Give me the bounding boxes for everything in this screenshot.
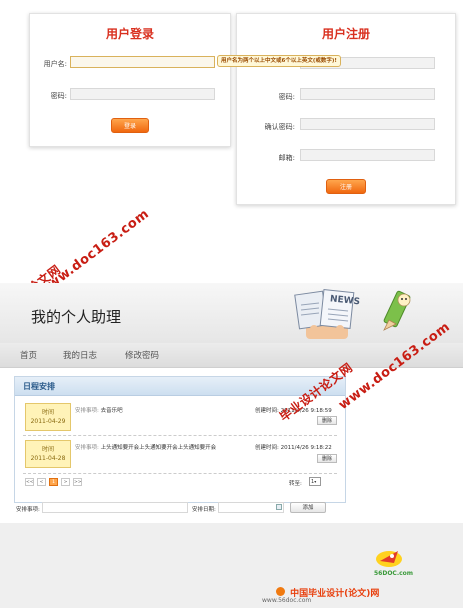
login-button[interactable]: 登录 [111, 118, 149, 133]
schedule-created: 创建时间: 2011/4/26 9:18:22 [255, 443, 332, 451]
schedule-item: 安排事项: 去音乐吧 [75, 406, 123, 414]
nav-item-home[interactable]: 首页 [20, 349, 37, 361]
login-title: 用户登录 [105, 27, 154, 41]
confirm-password-label: 确认密码: [264, 123, 295, 131]
app-title: 我的个人助理 [31, 308, 122, 326]
add-item-input[interactable] [42, 502, 188, 513]
schedule-date-badge: 时间 2011-04-29 [25, 403, 71, 431]
add-date-label: 安排日期: [192, 507, 216, 513]
schedule-date: 2011-04-29 [30, 418, 66, 425]
footer-brand-name: 毕业设计(论文)网 [308, 589, 380, 599]
time-label: 时间 [41, 409, 54, 416]
pager-prev-button[interactable]: < [37, 478, 46, 486]
row-divider [23, 435, 337, 436]
footer-logo-text: 56DOC.com [374, 570, 414, 577]
username-label: 用户名: [43, 60, 67, 68]
pager-first-button[interactable]: << [25, 478, 34, 486]
time-label: 时间 [41, 446, 54, 453]
pager-last-button[interactable]: >> [73, 478, 82, 486]
newspaper-illustration: NEWS [294, 288, 360, 339]
schedule-header: 日程安排 [15, 377, 345, 396]
footer-branding: 56DOC.com 中国毕业设计(论文)网 www.56doc.com [262, 545, 458, 605]
app-header: 我的个人助理 NEWS [0, 283, 463, 343]
created-label: 创建时间: [255, 445, 279, 451]
goto-label: 转至: [289, 481, 302, 487]
calendar-icon[interactable] [276, 504, 282, 510]
item-text: 去音乐吧 [100, 408, 123, 414]
pencil-mascot-illustration [383, 290, 411, 331]
schedule-item: 安排事项: 上头通知要开会上头通知要开会上头通知要开会 [75, 443, 216, 451]
username-validation-tooltip: 用户名为两个以上中文或6个以上英文(或数字)! [217, 55, 341, 67]
footer-url: www.56doc.com [262, 597, 312, 604]
username-field[interactable] [70, 56, 215, 68]
delete-button[interactable]: 删除 [317, 416, 337, 425]
email-label: 邮箱: [278, 154, 295, 162]
delete-button[interactable]: 删除 [317, 454, 337, 463]
created-time: 2011/4/26 9:18:22 [280, 445, 332, 451]
chevron-down-icon: ▾ [314, 479, 317, 484]
rocket-icon [376, 551, 402, 567]
row-divider [23, 473, 337, 474]
pager-current-page[interactable]: 1 [49, 478, 58, 486]
item-text: 上头通知要开会上头通知要开会上头通知要开会 [100, 445, 217, 451]
goto-page-select[interactable]: 1▾ [309, 477, 321, 486]
footer-globe-icon [276, 587, 285, 596]
register-password-label: 密码: [278, 93, 295, 101]
pager: << < 1 > >> [25, 478, 95, 487]
add-button[interactable]: 添加 [290, 502, 326, 513]
register-password-field[interactable] [300, 88, 435, 100]
confirm-password-field[interactable] [300, 118, 435, 130]
nav-item-change-password[interactable]: 修改密码 [125, 349, 159, 361]
app-content: 日程安排 时间 2011-04-29 安排事项: 去音乐吧 创建时间: 2011… [0, 368, 463, 523]
register-button[interactable]: 注册 [326, 179, 366, 194]
register-panel: 用户注册 密码: 确认密码: 邮箱: 注册 [236, 13, 456, 205]
email-field[interactable] [300, 149, 435, 161]
password-field[interactable] [70, 88, 215, 100]
nav-item-my-diary[interactable]: 我的日志 [63, 349, 97, 361]
add-date-input[interactable] [218, 502, 284, 513]
schedule-date-badge: 时间 2011-04-28 [25, 440, 71, 468]
item-label: 安排事项: [75, 445, 99, 451]
item-label: 安排事项: [75, 408, 99, 414]
schedule-date: 2011-04-28 [30, 455, 66, 462]
schedule-title: 日程安排 [23, 382, 55, 391]
password-label: 密码: [50, 92, 67, 100]
register-title: 用户注册 [321, 27, 370, 41]
pager-next-button[interactable]: > [61, 478, 70, 486]
login-panel: 用户登录 用户名: 密码: 登录 [29, 13, 231, 147]
add-item-label: 安排事项: [16, 507, 40, 513]
